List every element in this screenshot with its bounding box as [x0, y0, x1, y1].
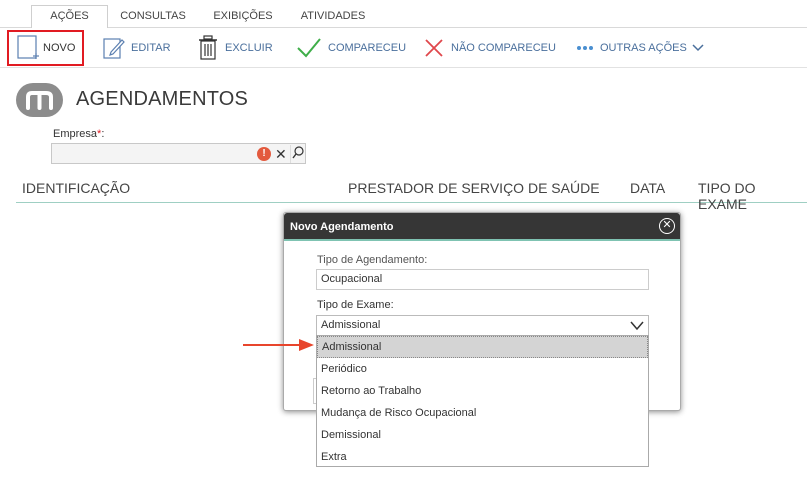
- option-extra[interactable]: Extra: [317, 446, 648, 468]
- novo-label: NOVO: [43, 42, 76, 54]
- search-icon: [292, 146, 304, 159]
- grid-header: IDENTIFICAÇÃO PRESTADOR DE SERVIÇO DE SA…: [16, 178, 807, 212]
- tipo-agendamento-label: Tipo de Agendamento:: [317, 254, 428, 266]
- annotation-arrow-icon: [243, 339, 314, 351]
- option-periodico[interactable]: Periódico: [317, 358, 648, 380]
- tab-consultas[interactable]: CONSULTAS: [112, 6, 194, 28]
- novo-button[interactable]: NOVO: [7, 30, 84, 66]
- ribbon-tabs: AÇÕES CONSULTAS EXIBIÇÕES ATIVIDADES: [0, 0, 807, 29]
- excluir-label: EXCLUIR: [225, 42, 273, 54]
- more-dots-icon: [577, 46, 593, 50]
- chevron-down-icon: [630, 321, 644, 331]
- option-mudanca-de-risco[interactable]: Mudança de Risco Ocupacional: [317, 402, 648, 424]
- dialog-title: Novo Agendamento: [290, 221, 394, 233]
- tab-acoes[interactable]: AÇÕES: [31, 5, 108, 29]
- new-document-icon: [17, 35, 39, 59]
- tab-atividades[interactable]: ATIVIDADES: [292, 6, 374, 28]
- compareceu-label: COMPARECEU: [328, 42, 407, 54]
- tipo-exame-label: Tipo de Exame:: [317, 299, 394, 311]
- trash-icon: [199, 35, 217, 60]
- editar-label: EDITAR: [131, 42, 171, 54]
- tipo-exame-select[interactable]: Admissional: [316, 315, 649, 336]
- column-tipo-exame[interactable]: TIPO DO EXAME: [698, 180, 807, 212]
- tipo-agendamento-field[interactable]: Ocupacional: [316, 269, 649, 290]
- column-prestador[interactable]: PRESTADOR DE SERVIÇO DE SAÚDE: [348, 180, 600, 196]
- app-logo: [16, 83, 63, 117]
- nao-compareceu-label: NÃO COMPARECEU: [451, 42, 556, 54]
- chevron-down-icon: [692, 44, 704, 52]
- option-demissional[interactable]: Demissional: [317, 424, 648, 446]
- cross-icon: [425, 39, 443, 57]
- column-identificacao[interactable]: IDENTIFICAÇÃO: [22, 180, 130, 196]
- empresa-label: Empresa*:: [53, 128, 105, 140]
- search-button[interactable]: [290, 145, 306, 163]
- logo-m-icon: [26, 91, 53, 110]
- tipo-exame-value: Admissional: [321, 319, 381, 331]
- error-icon: !: [257, 147, 271, 161]
- empresa-field[interactable]: ! ✕: [51, 143, 306, 164]
- excluir-button[interactable]: EXCLUIR: [197, 28, 273, 68]
- check-icon: [297, 38, 321, 58]
- nao-compareceu-button[interactable]: NÃO COMPARECEU: [423, 28, 556, 68]
- tab-exibicoes[interactable]: EXIBIÇÕES: [203, 6, 283, 28]
- clear-icon[interactable]: ✕: [275, 145, 287, 163]
- compareceu-button[interactable]: COMPARECEU: [296, 28, 406, 68]
- tipo-exame-options: Admissional Periódico Retorno ao Trabalh…: [316, 335, 649, 467]
- close-icon[interactable]: ✕: [659, 218, 675, 234]
- action-toolbar: NOVO EDITAR EXCLUIR COMPARECEU NÃO COMPA…: [0, 28, 807, 68]
- column-data[interactable]: DATA: [630, 180, 665, 196]
- outras-acoes-label: OUTRAS AÇÕES: [600, 42, 687, 54]
- outras-acoes-button[interactable]: OUTRAS AÇÕES: [576, 28, 705, 68]
- option-admissional[interactable]: Admissional: [317, 336, 648, 358]
- dialog-header: Novo Agendamento ✕: [284, 213, 680, 241]
- edit-icon: [103, 38, 125, 59]
- page-title: AGENDAMENTOS: [76, 88, 249, 110]
- editar-button[interactable]: EDITAR: [103, 28, 171, 68]
- option-retorno-ao-trabalho[interactable]: Retorno ao Trabalho: [317, 380, 648, 402]
